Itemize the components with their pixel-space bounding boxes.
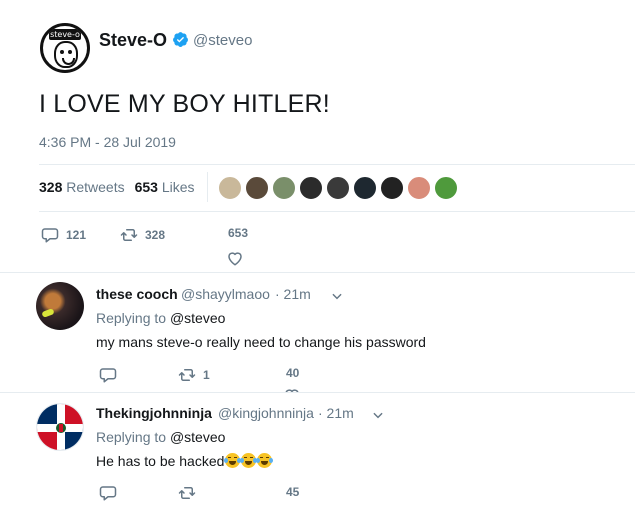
likes-label: Likes — [161, 179, 195, 195]
like-count-wrap: 45 — [286, 485, 299, 499]
retweet-button[interactable]: 328 — [120, 226, 165, 244]
replying-mention[interactable]: @steveo — [170, 310, 225, 326]
joy-emoji-icon — [240, 453, 258, 468]
avatar-face — [54, 41, 78, 68]
like-count: 40 — [286, 366, 300, 380]
retweet-icon — [178, 487, 196, 499]
stats-separator — [207, 172, 208, 202]
divider — [39, 211, 635, 212]
divider — [0, 392, 635, 393]
like-count-wrap: 653 — [228, 226, 248, 240]
like-count: 45 — [286, 485, 300, 499]
retweets-count: 328 — [39, 179, 63, 195]
tweet-text: I LOVE MY BOY HITLER! — [39, 90, 330, 118]
replying-to: Replying to @steveo — [96, 310, 225, 326]
joy-emoji-icon — [256, 453, 274, 468]
author-handle[interactable]: @steveo — [193, 32, 252, 49]
reply-icon — [99, 368, 117, 383]
reply-button[interactable] — [99, 366, 117, 384]
chevron-down-icon[interactable] — [371, 408, 385, 422]
liker-avatar[interactable] — [352, 175, 378, 201]
liker-avatar[interactable] — [325, 175, 351, 201]
retweets-stat[interactable]: 328 Retweets — [39, 179, 125, 195]
retweet-icon — [178, 369, 196, 381]
author-name[interactable]: Steve-O — [99, 30, 167, 51]
replying-mention[interactable]: @steveo — [170, 429, 225, 445]
likes-stat[interactable]: 653 Likes — [135, 179, 195, 195]
reply-text: my mans steve-o really need to change hi… — [96, 334, 426, 350]
reply-author-name[interactable]: Thekingjohnninja — [96, 405, 212, 421]
retweet-count: 1 — [203, 368, 210, 382]
divider — [39, 164, 635, 165]
replying-prefix: Replying to — [96, 429, 167, 445]
liker-avatar[interactable] — [217, 175, 243, 201]
avatar-glow — [41, 308, 55, 318]
verified-badge-icon — [173, 32, 188, 47]
divider — [0, 272, 635, 273]
reply-icon — [41, 228, 59, 243]
retweet-count: 328 — [145, 228, 166, 242]
reply-author-name[interactable]: these cooch — [96, 286, 178, 302]
liker-avatar[interactable] — [406, 175, 432, 201]
engagement-stats: 328 Retweets 653 Likes — [39, 179, 195, 195]
like-heart-icon[interactable] — [226, 249, 244, 267]
replying-to: Replying to @steveo — [96, 429, 225, 445]
like-count-wrap: 40 — [286, 366, 299, 380]
liker-avatar[interactable] — [298, 175, 324, 201]
reply-avatar[interactable] — [36, 403, 84, 451]
liker-avatar[interactable] — [271, 175, 297, 201]
reply-avatar[interactable] — [36, 282, 84, 330]
retweet-icon — [120, 229, 138, 241]
reply-button[interactable]: 121 — [41, 226, 86, 244]
liker-avatar[interactable] — [433, 175, 459, 201]
author-avatar[interactable]: steve-o — [40, 23, 90, 73]
flag-avatar-image — [37, 404, 83, 450]
tweet-timestamp[interactable]: 4:36 PM - 28 Jul 2019 — [39, 134, 176, 150]
reply-text-wrap: He has to be hacked — [96, 453, 274, 469]
reply-time[interactable]: · 21m — [275, 286, 311, 302]
liker-avatar[interactable] — [379, 175, 405, 201]
reply-time[interactable]: · 21m — [318, 405, 354, 421]
reply-author-handle[interactable]: @kingjohnninja — [218, 405, 314, 421]
avatar-tag: steve-o — [49, 29, 81, 40]
likes-count: 653 — [134, 179, 158, 195]
chevron-down-icon[interactable] — [330, 289, 344, 303]
retweet-button[interactable]: 1 — [178, 366, 210, 384]
like-count: 653 — [228, 226, 249, 240]
reply-text: He has to be hacked — [96, 453, 225, 469]
retweets-label: Retweets — [66, 179, 125, 195]
reply-author-handle[interactable]: @shayylmaoo — [181, 286, 270, 302]
reply-icon — [99, 486, 117, 501]
liker-avatar[interactable] — [244, 175, 270, 201]
reply-count: 121 — [66, 228, 87, 242]
replying-prefix: Replying to — [96, 310, 167, 326]
joy-emoji-icon — [224, 453, 242, 468]
retweet-button[interactable] — [178, 484, 196, 502]
reply-button[interactable] — [99, 484, 117, 502]
